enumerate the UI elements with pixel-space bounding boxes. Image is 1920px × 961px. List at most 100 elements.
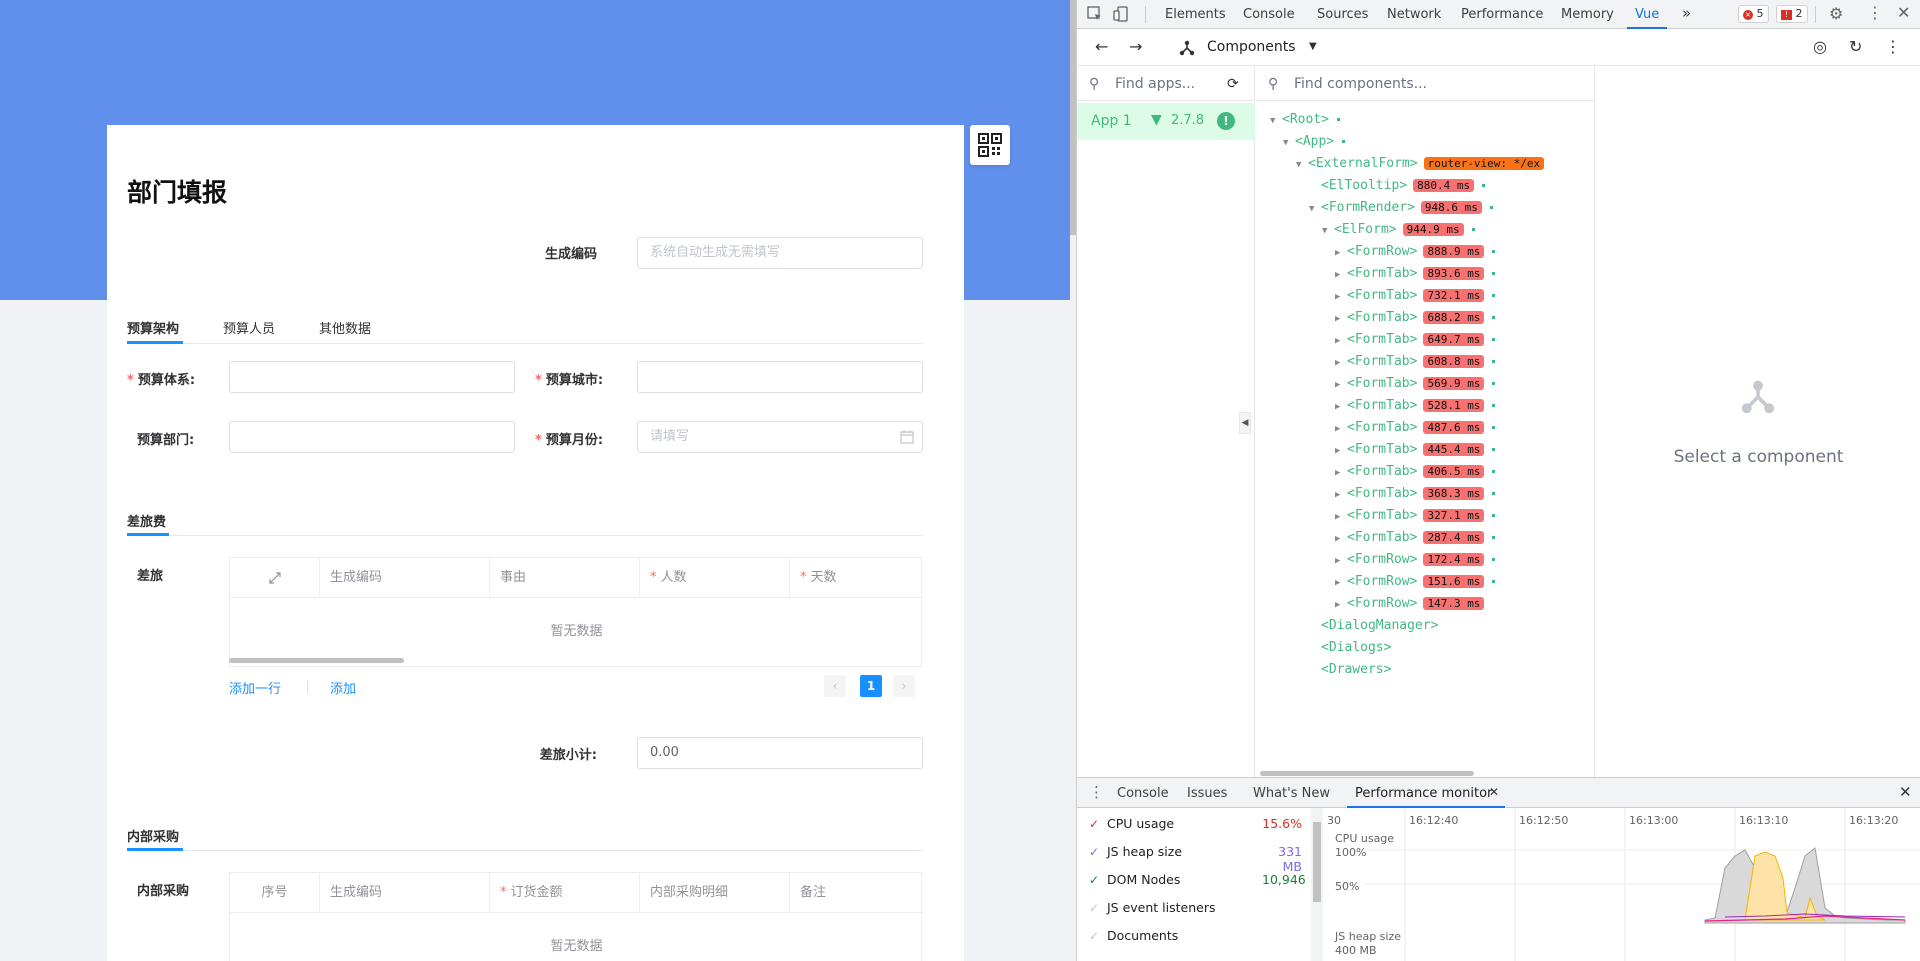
tree-node[interactable]: ▶ <FormTab> 569.9 ms (1335, 373, 1496, 396)
close-tab-icon[interactable]: ✕ (1489, 785, 1499, 799)
tree-node[interactable]: ▶ <FormTab> 445.4 ms (1335, 439, 1496, 462)
tree-node[interactable]: ▶ <FormTab> 688.2 ms (1335, 307, 1496, 330)
checkmark-icon[interactable]: ✓ (1089, 873, 1103, 887)
budget-month-picker[interactable]: 请填写 (637, 421, 923, 453)
caret-right-icon[interactable]: ▶ (1335, 308, 1347, 330)
tab-budget-structure[interactable]: 预算架构 (127, 318, 179, 337)
caret-right-icon[interactable]: ▶ (1335, 528, 1347, 550)
caret-right-icon[interactable]: ▶ (1335, 572, 1347, 594)
tab-other-data[interactable]: 其他数据 (319, 318, 371, 337)
drawer-tab-whats-new[interactable]: What's New (1253, 786, 1330, 801)
tab-network[interactable]: Network (1387, 7, 1441, 22)
chevron-down-icon[interactable]: ▼ (1309, 41, 1317, 52)
forward-arrow-icon[interactable]: → (1129, 37, 1142, 56)
tree-scrollbar[interactable] (1260, 771, 1474, 776)
tree-node[interactable]: ▼ <ElForm> 944.9 ms (1322, 219, 1475, 241)
pager-current[interactable]: 1 (860, 675, 882, 697)
caret-right-icon[interactable]: ▶ (1335, 550, 1347, 572)
tab-memory[interactable]: Memory (1561, 7, 1614, 22)
tree-node[interactable]: ▶ <FormTab> 327.1 ms (1335, 505, 1496, 528)
tree-node[interactable]: ▶ <FormRow> 172.4 ms (1335, 549, 1496, 572)
components-selector[interactable]: Components (1207, 39, 1296, 55)
tree-node[interactable]: ▼ <Root> (1270, 109, 1340, 131)
drawer-tab-console[interactable]: Console (1117, 786, 1169, 801)
caret-right-icon[interactable]: ▶ (1335, 264, 1347, 286)
tab-elements[interactable]: Elements (1165, 7, 1226, 22)
back-arrow-icon[interactable]: ← (1095, 37, 1108, 56)
refresh-icon[interactable]: ↻ (1849, 37, 1862, 56)
budget-dept-input[interactable] (229, 421, 515, 453)
issues-badge[interactable]: ! 2 (1776, 5, 1808, 23)
drawer-tab-issues[interactable]: Issues (1187, 786, 1227, 801)
tree-node[interactable]: ▶ <FormRow> 147.3 ms (1335, 593, 1485, 615)
metrics-scrollbar-thumb[interactable] (1313, 822, 1321, 902)
drawer-tab-performance-monitor[interactable]: Performance monitor (1355, 786, 1492, 801)
close-devtools-icon[interactable]: ✕ (1897, 3, 1910, 22)
tree-node[interactable]: <Dialogs> (1309, 637, 1391, 659)
metrics-scrollbar[interactable] (1311, 808, 1323, 961)
tab-performance[interactable]: Performance (1461, 7, 1543, 22)
collapse-pane-handle[interactable]: ◀ (1239, 412, 1251, 434)
tree-node[interactable]: ▶ <FormTab> 368.3 ms (1335, 483, 1496, 506)
tree-node[interactable]: ▶ <FormTab> 487.6 ms (1335, 417, 1496, 440)
tree-node[interactable]: <Drawers> (1309, 659, 1391, 681)
checkmark-icon[interactable]: ✓ (1089, 929, 1103, 943)
tree-node[interactable]: <ElTooltip> 880.4 ms (1309, 175, 1486, 197)
expand-icon[interactable] (268, 571, 282, 585)
caret-right-icon[interactable]: ▶ (1335, 242, 1347, 264)
tree-node[interactable]: ▶ <FormTab> 528.1 ms (1335, 395, 1496, 418)
tree-node[interactable]: ▼ <ExternalForm> router-view: */ex (1296, 153, 1545, 176)
caret-right-icon[interactable]: ▶ (1335, 484, 1347, 506)
tree-node[interactable]: ▶ <FormTab> 649.7 ms (1335, 329, 1496, 352)
drawer-menu-icon[interactable]: ⋮ (1089, 783, 1104, 801)
tab-vue[interactable]: Vue (1635, 7, 1659, 22)
refresh-apps-icon[interactable]: ⟳ (1227, 67, 1239, 101)
budget-city-input[interactable] (637, 361, 923, 393)
tab-budget-staff[interactable]: 预算人员 (223, 318, 275, 337)
find-components-input[interactable]: Find components... (1294, 67, 1427, 101)
checkmark-icon[interactable]: ✓ (1089, 817, 1103, 831)
caret-down-icon[interactable]: ▼ (1283, 132, 1295, 154)
metric-row[interactable]: ✓ CPU usage 15.6% (1089, 816, 1309, 836)
checkmark-icon[interactable]: ✓ (1089, 901, 1103, 915)
caret-down-icon[interactable]: ▼ (1270, 110, 1282, 132)
target-select-icon[interactable]: ◎ (1813, 37, 1827, 56)
metric-row[interactable]: ✓ DOM Nodes 10,946 (1089, 872, 1309, 892)
tree-node[interactable]: ▶ <FormTab> 893.6 ms (1335, 263, 1496, 286)
tree-node[interactable]: <DialogManager> (1309, 615, 1438, 637)
add-row-link[interactable]: 添加一行 (229, 678, 281, 697)
find-apps-input[interactable]: Find apps... (1115, 67, 1195, 101)
tree-node[interactable]: ▶ <FormTab> 287.4 ms (1335, 527, 1496, 550)
caret-right-icon[interactable]: ▶ (1335, 374, 1347, 396)
travel-table-scrollbar[interactable] (229, 658, 404, 663)
metric-row[interactable]: ✓ JS event listeners (1089, 900, 1309, 920)
caret-right-icon[interactable]: ▶ (1335, 396, 1347, 418)
checkmark-icon[interactable]: ✓ (1089, 845, 1103, 859)
metric-row[interactable]: ✓ JS heap size 331 MB (1089, 844, 1309, 874)
caret-right-icon[interactable]: ▶ (1335, 418, 1347, 440)
tab-console[interactable]: Console (1243, 7, 1295, 22)
caret-down-icon[interactable]: ▼ (1322, 220, 1334, 242)
close-drawer-icon[interactable]: ✕ (1899, 783, 1912, 801)
caret-right-icon[interactable]: ▶ (1335, 506, 1347, 528)
caret-right-icon[interactable]: ▶ (1335, 352, 1347, 374)
pager-next[interactable]: › (893, 675, 915, 697)
settings-gear-icon[interactable]: ⚙ (1829, 4, 1843, 23)
caret-down-icon[interactable]: ▼ (1296, 154, 1308, 176)
travel-subtotal-input[interactable]: 0.00 (637, 737, 923, 769)
caret-down-icon[interactable]: ▼ (1309, 198, 1321, 220)
tree-node[interactable]: ▶ <FormRow> 151.6 ms (1335, 571, 1496, 594)
caret-right-icon[interactable]: ▶ (1335, 330, 1347, 352)
pager-prev[interactable]: ‹ (824, 675, 846, 697)
add-link[interactable]: 添加 (330, 678, 356, 697)
kebab-menu-icon[interactable]: ⋮ (1867, 3, 1883, 22)
tree-node[interactable]: ▼ <FormRender> 948.6 ms (1309, 197, 1493, 219)
caret-right-icon[interactable]: ▶ (1335, 440, 1347, 462)
device-toolbar-icon[interactable] (1113, 6, 1129, 22)
tree-node[interactable]: ▶ <FormTab> 406.5 ms (1335, 461, 1496, 483)
app-item[interactable]: App 1 ▼ 2.7.8 ! (1077, 103, 1255, 140)
caret-right-icon[interactable]: ▶ (1335, 286, 1347, 308)
tab-sources[interactable]: Sources (1317, 7, 1368, 22)
budget-system-input[interactable] (229, 361, 515, 393)
inspect-element-icon[interactable] (1087, 6, 1103, 22)
